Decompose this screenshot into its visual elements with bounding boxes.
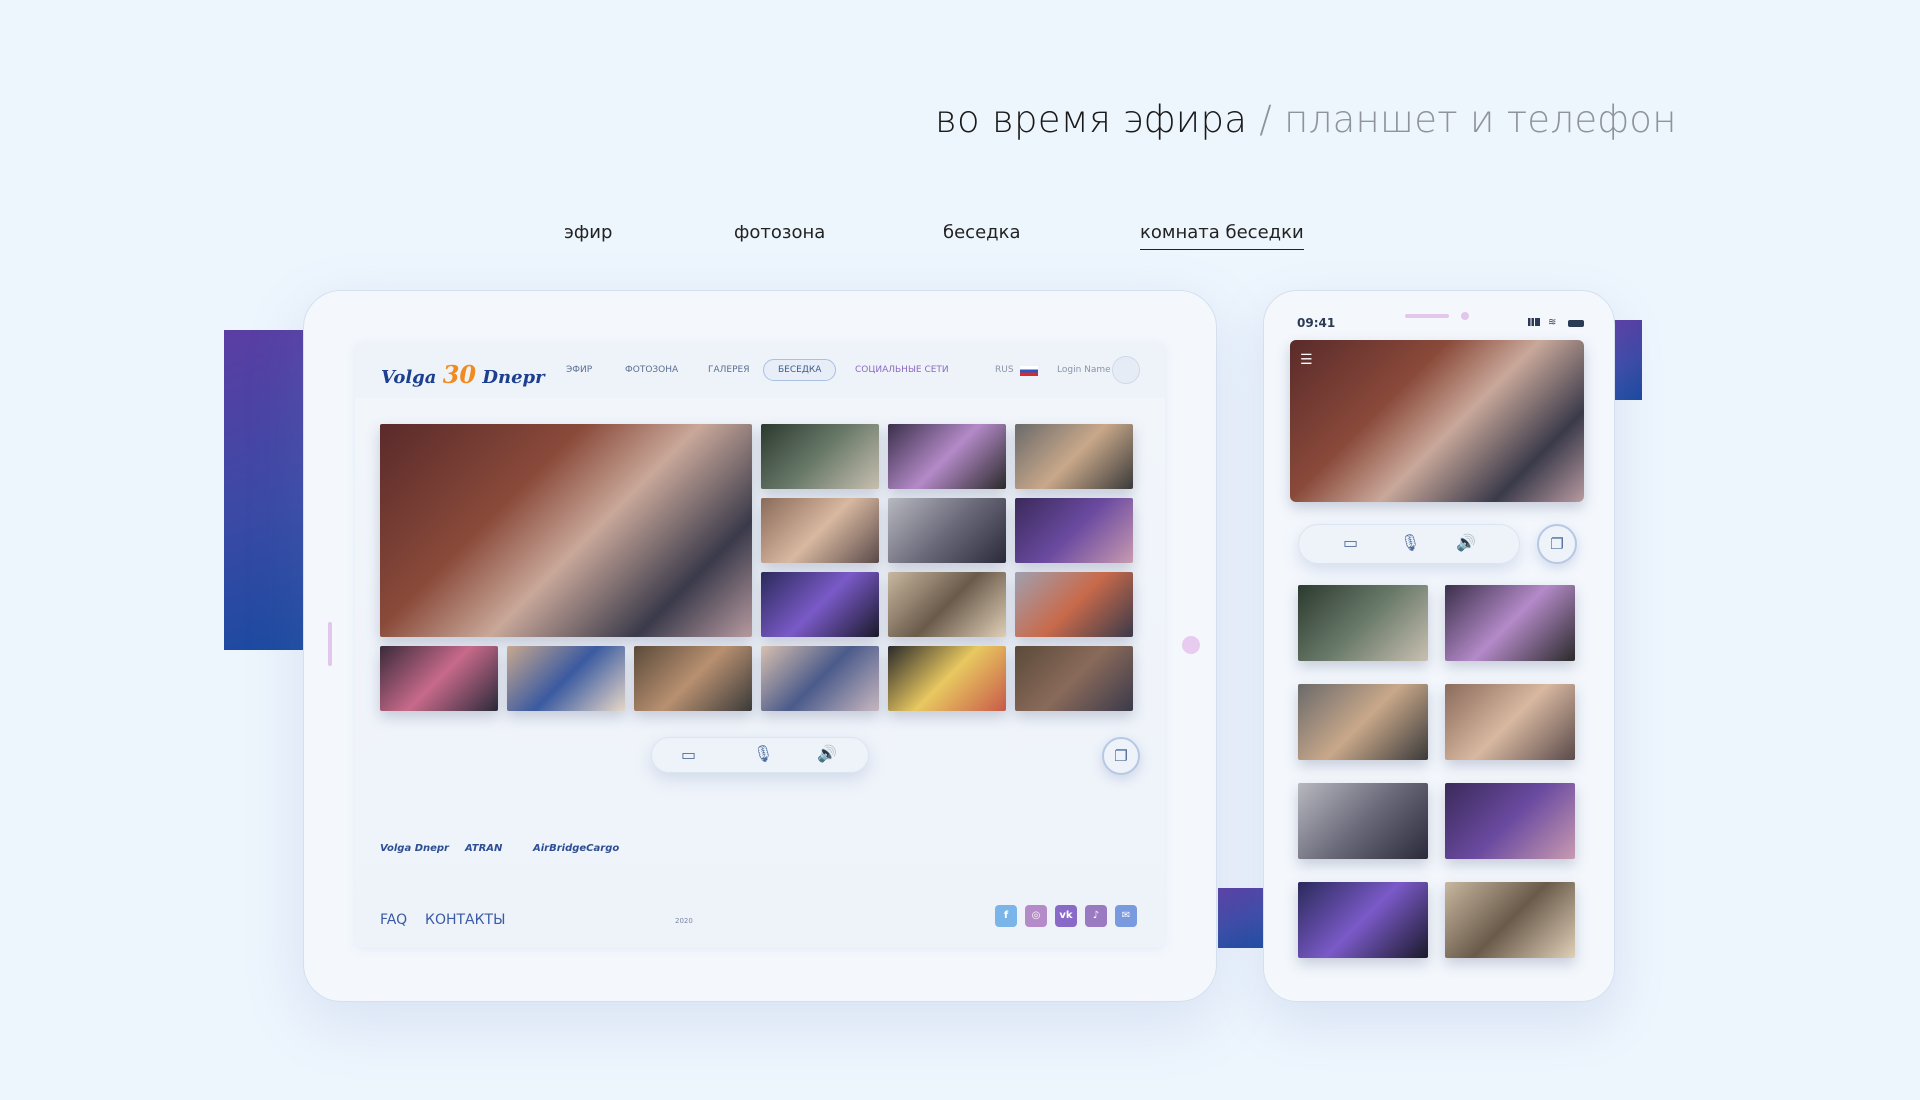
vk-icon[interactable]: vk [1055,905,1077,927]
camera-icon[interactable]: ▭ [1343,533,1358,552]
tablet-side-button [328,622,332,666]
video-tile[interactable] [888,646,1006,711]
video-tile[interactable] [888,498,1006,563]
heading-main: во время эфира [935,98,1248,141]
heading-separator: / [1247,98,1285,141]
phone-media-controls: ▭ 🎙 🔊 [1298,524,1520,564]
nav-besedka[interactable]: БЕСЕДКА [763,359,837,381]
video-tile[interactable] [1445,684,1575,760]
accent-block [224,330,306,650]
russia-flag-icon[interactable] [1020,366,1038,376]
partner-logo: AirBridgeCargo [533,843,620,854]
partner-logo: Volga Dnepr [380,843,449,854]
accent-block [1218,888,1264,948]
video-tile[interactable] [1298,783,1428,859]
nav-efir[interactable]: ЭФИР [566,365,592,375]
video-tile[interactable] [1445,882,1575,958]
facebook-icon[interactable]: f [995,905,1017,927]
phone-speaker [1405,314,1449,318]
phone-camera [1461,312,1469,320]
phone-main-video-tile[interactable] [1290,340,1584,502]
video-tile[interactable] [1298,882,1428,958]
video-tile[interactable] [888,572,1006,637]
chat-icon[interactable]: ❐ [1102,737,1140,775]
heading-sub: планшет и телефон [1284,98,1677,141]
speaker-icon[interactable]: 🔊 [817,744,837,763]
nav-photozone[interactable]: ФОТОЗОНА [625,365,678,375]
video-tile[interactable] [888,424,1006,489]
microphone-icon[interactable]: 🎙 [753,744,773,763]
contacts-link[interactable]: КОНТАКТЫ [425,912,505,928]
media-controls: ▭ 🎙 🔊 [651,737,869,773]
instagram-icon[interactable]: ◎ [1025,905,1047,927]
wifi-icon: ≋ [1548,317,1557,328]
status-time: 09:41 [1297,316,1336,330]
video-tile[interactable] [1015,646,1133,711]
tablet-screen: Volga 30 Dnepr ЭФИР ФОТОЗОНА ГАЛЕРЕЯ БЕС… [355,342,1165,947]
accent-block [1612,320,1642,400]
video-tile[interactable] [1445,585,1575,661]
tab-besedka-room[interactable]: комната беседки [1140,222,1304,250]
copyright-year: 2020 [675,917,693,925]
tab-photozone[interactable]: фотозона [734,222,825,249]
video-tile[interactable] [634,646,752,711]
site-navbar: Volga 30 Dnepr ЭФИР ФОТОЗОНА ГАЛЕРЕЯ БЕС… [355,342,1165,398]
avatar[interactable] [1112,356,1140,384]
video-tile[interactable] [761,498,879,563]
wechat-icon[interactable]: ✉ [1115,905,1137,927]
video-tile[interactable] [507,646,625,711]
language-label[interactable]: RUS [995,365,1014,375]
video-tile[interactable] [761,424,879,489]
tiktok-icon[interactable]: ♪ [1085,905,1107,927]
chat-icon[interactable]: ❐ [1537,524,1577,564]
nav-gallery[interactable]: ГАЛЕРЕЯ [708,365,749,375]
signal-icon [1528,318,1540,326]
video-tile[interactable] [1298,585,1428,661]
partner-logo: ATRAN [465,843,503,854]
camera-icon[interactable]: ▭ [681,745,696,764]
video-tile[interactable] [761,646,879,711]
speaker-icon[interactable]: 🔊 [1456,533,1476,552]
tab-efir[interactable]: эфир [564,222,612,249]
microphone-icon[interactable]: 🎙 [1400,533,1420,552]
page-heading: во время эфира / планшет и телефон [935,98,1677,141]
video-tile[interactable] [380,646,498,711]
faq-link[interactable]: FAQ [380,912,407,928]
tablet-camera [1182,636,1200,654]
battery-icon [1568,320,1584,327]
video-tile[interactable] [1298,684,1428,760]
volga-dnepr-logo[interactable]: Volga 30 Dnepr [381,360,545,389]
video-tile[interactable] [1445,783,1575,859]
video-tile[interactable] [1015,424,1133,489]
tab-besedka[interactable]: беседка [943,222,1021,249]
video-tile[interactable] [1015,498,1133,563]
login-name[interactable]: Login Name [1057,365,1111,375]
nav-social[interactable]: СОЦИАЛЬНЫЕ СЕТИ [855,365,949,375]
video-tile[interactable] [761,572,879,637]
video-tile[interactable] [1015,572,1133,637]
main-video-tile[interactable] [380,424,752,637]
menu-icon[interactable]: ☰ [1300,352,1313,368]
